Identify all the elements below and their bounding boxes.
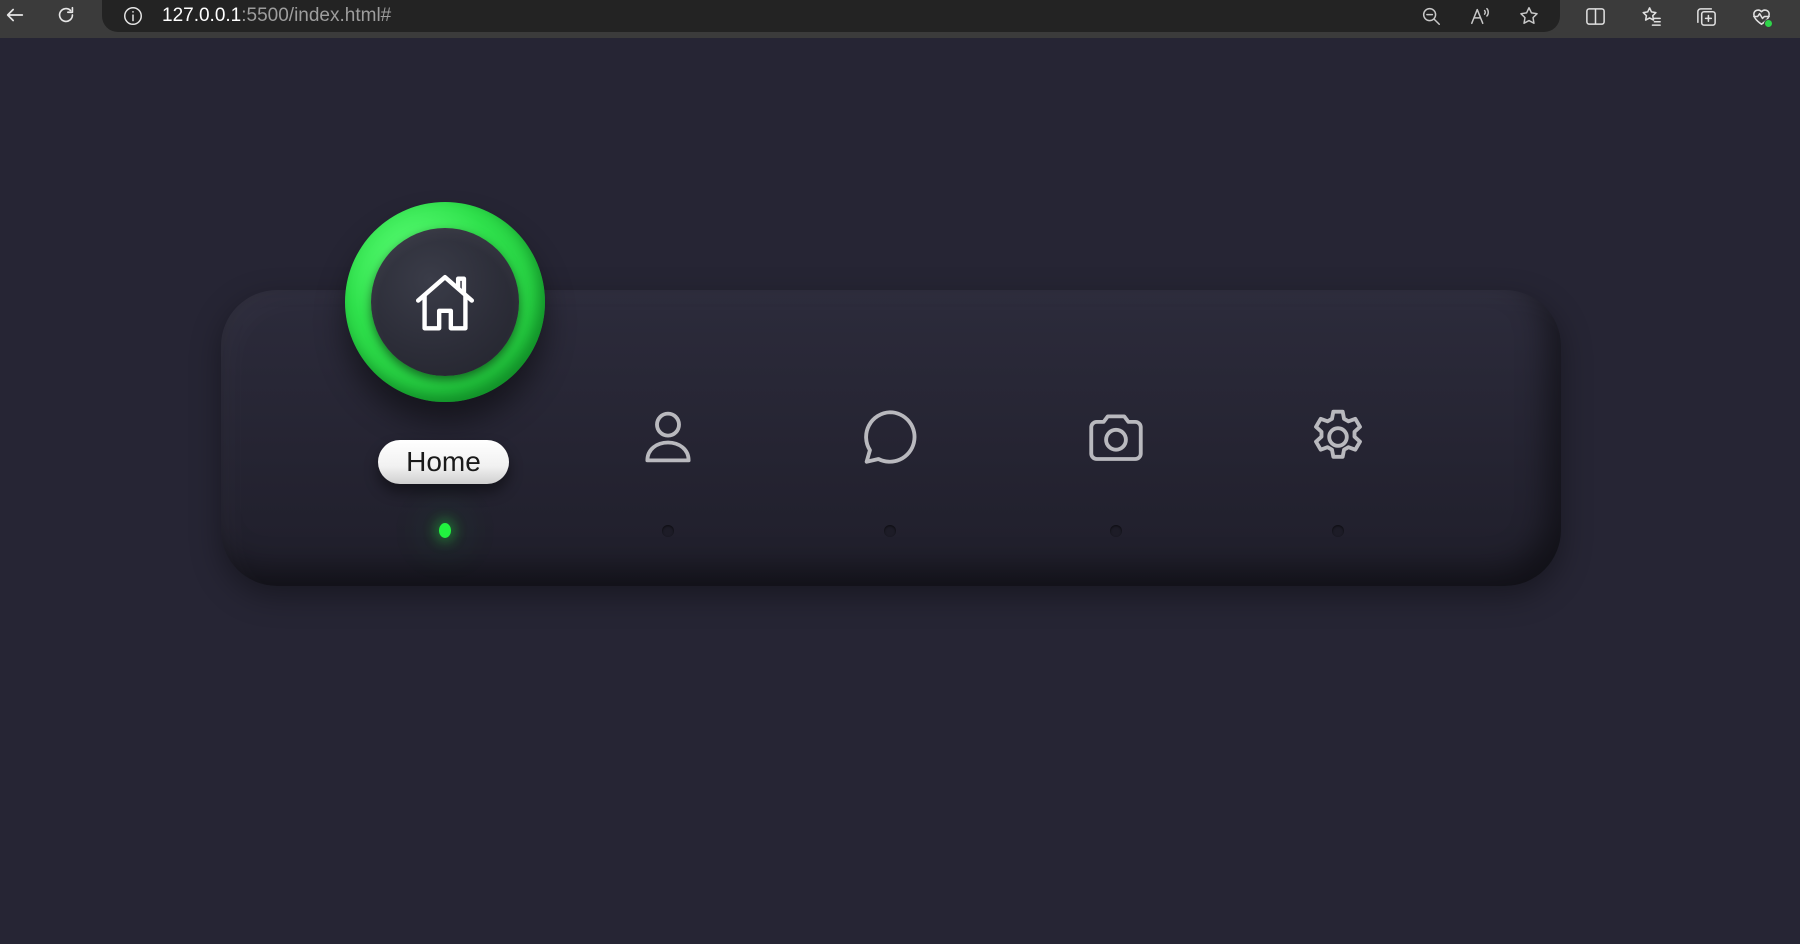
health-status-dot [1764, 19, 1773, 28]
url-text[interactable]: 127.0.0.1:5500/index.html# [162, 5, 391, 27]
back-arrow-icon[interactable] [0, 0, 30, 30]
nav-indicator-dot [884, 525, 896, 537]
nav-active-indicator-dot [439, 523, 451, 538]
home-icon [415, 275, 475, 331]
zoom-out-icon[interactable] [1419, 4, 1443, 28]
nav-indicator-dot [1332, 525, 1344, 537]
browser-toolbar: 127.0.0.1:5500/index.html# [0, 0, 1800, 38]
camera-icon [1081, 402, 1151, 472]
nav-indicator-dot [662, 525, 674, 537]
favorite-star-icon[interactable] [1517, 4, 1541, 28]
split-screen-icon[interactable] [1582, 3, 1608, 29]
address-bar[interactable]: 127.0.0.1:5500/index.html# [102, 0, 1560, 32]
info-icon[interactable] [121, 4, 145, 28]
user-icon [633, 402, 703, 472]
chat-icon [855, 402, 925, 472]
url-path: :5500/index.html# [241, 5, 392, 26]
nav-item-home-active[interactable] [345, 202, 545, 402]
nav-item-home-label: Home [378, 440, 509, 484]
active-button-inner [371, 228, 519, 376]
url-host: 127.0.0.1 [162, 5, 242, 26]
nav-item-messages[interactable] [810, 290, 970, 586]
nav-indicator-dot [1110, 525, 1122, 537]
favorites-icon[interactable] [1638, 3, 1664, 29]
collections-icon[interactable] [1693, 3, 1719, 29]
nav-item-camera[interactable] [1036, 290, 1196, 586]
browser-health-icon[interactable] [1748, 3, 1774, 29]
refresh-icon[interactable] [51, 0, 81, 30]
settings-icon [1303, 402, 1373, 472]
nav-item-settings[interactable] [1258, 290, 1418, 586]
nav-item-profile[interactable] [588, 290, 748, 586]
read-aloud-icon[interactable] [1468, 4, 1492, 28]
